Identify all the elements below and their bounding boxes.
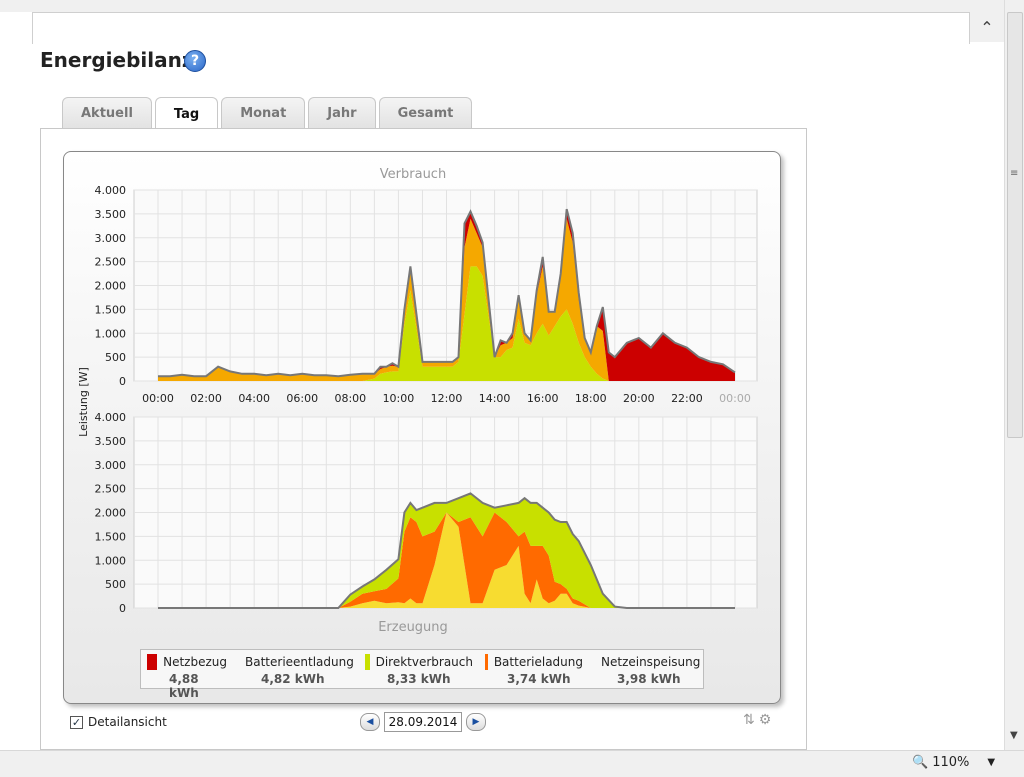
x-tick-label: 22:00 (671, 392, 703, 405)
x-tick-label: 14:00 (479, 392, 511, 405)
vertical-scrollbar[interactable]: ≡ ▼ (1004, 0, 1024, 750)
y-tick-label: 500 (105, 351, 126, 364)
zoom-control[interactable]: 🔍 110% ▼ (912, 755, 995, 770)
legend-item-direktverbrauch: Direktverbrauch 8,33 kWh (359, 650, 479, 688)
y-tick-label: 0 (119, 375, 126, 388)
status-bar: 🔍 110% ▼ (0, 750, 1024, 777)
y-tick-label: 3.000 (95, 459, 127, 472)
legend-value: 3,74 kWh (507, 672, 571, 686)
y-tick-label: 4.000 (95, 411, 127, 424)
chart-title-erzeugung: Erzeugung (378, 620, 448, 635)
browser-frame: ‹ ⌃ Energiebilanz ? Aktuell Tag Monat Ja… (0, 0, 1024, 777)
x-tick-label: 12:00 (431, 392, 463, 405)
date-input[interactable]: 28.09.2014 (384, 712, 462, 732)
legend-value: 4,82 kWh (261, 672, 325, 686)
y-tick-label: 3.000 (95, 232, 127, 245)
x-tick-label: 20:00 (623, 392, 655, 405)
x-tick-label: 00:00 (719, 392, 751, 405)
y-tick-label: 1.000 (95, 327, 127, 340)
y-tick-label: 2.000 (95, 507, 127, 520)
plot-verbrauch: 4.0003.5003.0002.5002.0001.5001.00050000… (95, 184, 758, 405)
legend-label: Direktverbrauch (375, 655, 473, 669)
prev-day-button[interactable]: ◀ (360, 713, 380, 731)
y-tick-label: 1.500 (95, 530, 127, 543)
chart-tools: ⇅ ⚙ (743, 712, 771, 728)
legend-value: 3,98 kWh (617, 672, 681, 686)
settings-gear-icon[interactable]: ⚙ (759, 712, 772, 728)
x-tick-label: 18:00 (575, 392, 607, 405)
detail-checkbox[interactable]: ✓ (70, 715, 83, 729)
zoom-level: 110% (932, 755, 970, 770)
scroll-down-arrow-icon[interactable]: ▼ (1010, 730, 1018, 741)
x-tick-label: 02:00 (190, 392, 222, 405)
export-icon[interactable]: ⇅ (743, 712, 755, 728)
legend-label: Batterieentladung (245, 655, 354, 669)
chart-title-verbrauch: Verbrauch (380, 167, 446, 182)
y-tick-label: 3.500 (95, 208, 127, 221)
legend-item-batterieentladung: Batterieentladung 4,82 kWh (233, 650, 359, 688)
legend-item-batterieladung: Batterieladung 3,74 kWh (479, 650, 589, 688)
x-tick-label: 00:00 (142, 392, 174, 405)
y-tick-label: 2.500 (95, 483, 127, 496)
legend-swatch (365, 654, 370, 670)
detail-label: Detailansicht (88, 715, 167, 729)
zoom-dropdown-icon[interactable]: ▼ (987, 757, 995, 768)
zoom-magnifier-icon: 🔍 (912, 755, 929, 770)
y-tick-label: 1.500 (95, 303, 127, 316)
date-navigator: ◀ 28.09.2014 ▶ (360, 712, 486, 732)
y-tick-label: 2.000 (95, 280, 127, 293)
legend-swatch (485, 654, 488, 670)
detail-view-toggle[interactable]: ✓ Detailansicht (70, 715, 167, 729)
legend-value: 8,33 kWh (387, 672, 451, 686)
x-tick-label: 10:00 (383, 392, 415, 405)
x-tick-label: 04:00 (238, 392, 270, 405)
legend-value: 4,88 kWh (169, 672, 199, 700)
x-tick-label: 06:00 (286, 392, 318, 405)
next-day-button[interactable]: ▶ (466, 713, 486, 731)
legend-label: Netzbezug (163, 655, 227, 669)
y-tick-label: 4.000 (95, 184, 127, 197)
y-tick-label: 0 (119, 602, 126, 615)
legend-label: Batterieladung (493, 655, 583, 669)
x-tick-label: 08:00 (334, 392, 366, 405)
y-tick-label: 1.000 (95, 554, 127, 567)
legend: Netzbezug 4,88 kWh Batterieentladung 4,8… (140, 649, 704, 700)
y-tick-label: 2.500 (95, 256, 127, 269)
scrollbar-grip-icon: ≡ (1010, 168, 1019, 179)
legend-item-netzeinspeisung: Netzeinspeisung 3,98 kWh (589, 650, 703, 688)
scrollbar-thumb[interactable] (1007, 12, 1023, 438)
y-axis-label: Leistung [W] (77, 367, 90, 437)
y-tick-label: 3.500 (95, 435, 127, 448)
plot-erzeugung: 4.000 3.500 3.000 2.500 2.000 1.500 1.000 500 0 (95, 411, 758, 615)
legend-label: Netzeinspeisung (601, 655, 701, 669)
legend-swatch (147, 654, 158, 670)
x-tick-label: 16:00 (527, 392, 559, 405)
y-tick-label: 500 (105, 578, 126, 591)
legend-item-netzbezug: Netzbezug 4,88 kWh (141, 650, 233, 700)
